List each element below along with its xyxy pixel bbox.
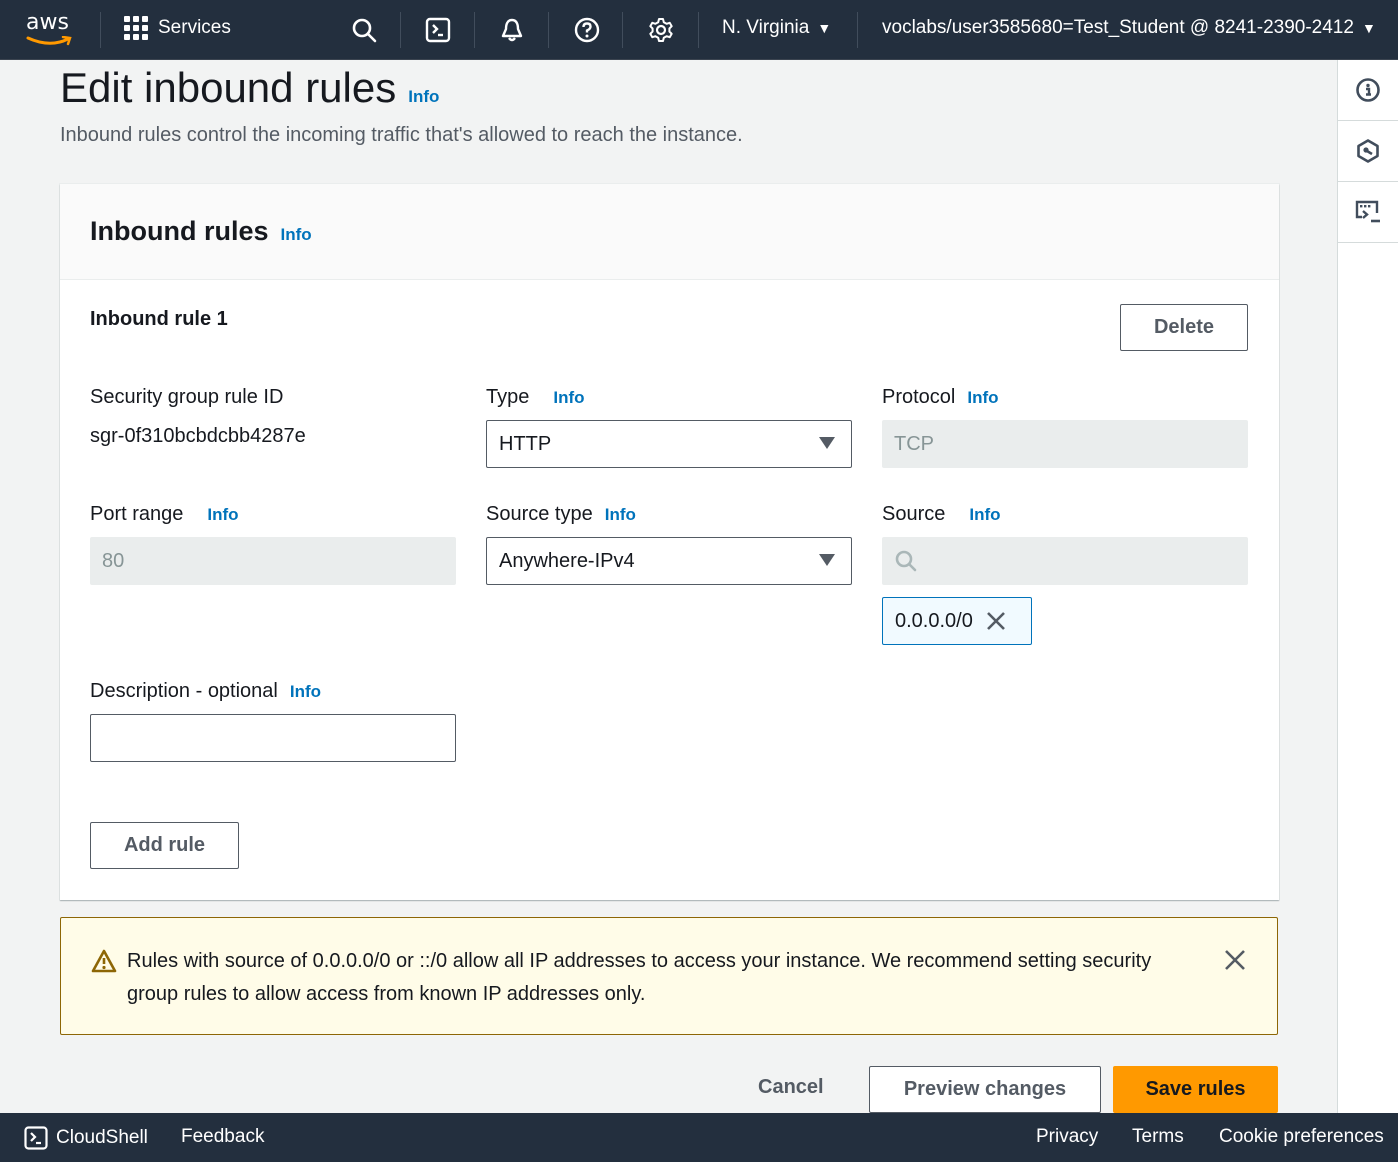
- nav-divider: [100, 12, 101, 48]
- warning-alert-text: Rules with source of 0.0.0.0/0 or ::/0 a…: [127, 950, 1152, 1005]
- nav-divider: [548, 12, 549, 48]
- panel-title: Inbound rules: [90, 216, 269, 246]
- search-icon[interactable]: [348, 14, 380, 46]
- grid-icon: [124, 16, 148, 40]
- source-token: 0.0.0.0/0: [882, 597, 1032, 645]
- port-range-label: Port range Info: [90, 503, 239, 526]
- source-search-input[interactable]: [882, 537, 1248, 585]
- top-navigation: aws Services N. Virginia ▼ voclabs/user3…: [0, 0, 1398, 60]
- protocol-label: Protocol Info: [882, 386, 999, 409]
- source-type-select[interactable]: Anywhere-IPv4: [486, 537, 852, 585]
- cancel-button[interactable]: Cancel: [758, 1076, 824, 1099]
- description-input[interactable]: [90, 714, 456, 762]
- right-tools-rail: [1337, 60, 1398, 1113]
- warning-icon: [91, 949, 117, 973]
- cloudshell-icon: [24, 1126, 48, 1150]
- page-description: Inbound rules control the incoming traff…: [60, 124, 743, 146]
- delete-rule-button[interactable]: Delete: [1120, 304, 1248, 351]
- nav-divider: [474, 12, 475, 48]
- page-title: Edit inbound rules Info: [60, 64, 439, 112]
- caret-down-icon: [819, 437, 835, 449]
- source-type-info-link[interactable]: Info: [605, 505, 636, 525]
- source-label-text: Source: [882, 503, 946, 525]
- search-icon: [895, 550, 917, 572]
- nav-divider: [400, 12, 401, 48]
- account-label: voclabs/user3585680=Test_Student @ 8241-…: [882, 17, 1354, 38]
- aws-logo[interactable]: aws: [26, 12, 76, 48]
- panel-info-link[interactable]: Info: [281, 225, 312, 245]
- settings-icon[interactable]: [645, 14, 677, 46]
- preview-changes-button[interactable]: Preview changes: [869, 1066, 1101, 1113]
- rule-title: Inbound rule 1: [90, 308, 228, 330]
- source-token-label: 0.0.0.0/0: [895, 609, 973, 632]
- region-selector[interactable]: N. Virginia ▼: [722, 17, 831, 39]
- screen-share-icon: [1355, 200, 1380, 223]
- sg-rule-id-label-text: Security group rule ID: [90, 386, 284, 408]
- account-menu[interactable]: voclabs/user3585680=Test_Student @ 8241-…: [882, 17, 1376, 39]
- inbound-rules-panel: Inbound rules Info Inbound rule 1 Delete…: [60, 184, 1279, 900]
- protocol-input: TCP: [882, 420, 1248, 468]
- feedback-link[interactable]: Feedback: [181, 1126, 264, 1148]
- source-type-select-value: Anywhere-IPv4: [499, 549, 635, 572]
- port-range-input: 80: [90, 537, 456, 585]
- privacy-link[interactable]: Privacy: [1036, 1126, 1098, 1148]
- type-label-text: Type: [486, 386, 530, 408]
- page-info-link[interactable]: Info: [408, 87, 439, 107]
- cloudshell-icon[interactable]: [422, 14, 454, 46]
- save-rules-button[interactable]: Save rules: [1113, 1066, 1278, 1113]
- help-icon[interactable]: [571, 14, 603, 46]
- protocol-info-link[interactable]: Info: [967, 388, 998, 408]
- type-info-link[interactable]: Info: [553, 388, 584, 408]
- cloud-objects-button[interactable]: [1338, 121, 1398, 182]
- aws-smile-icon: [26, 36, 72, 46]
- port-range-label-text: Port range: [90, 503, 184, 525]
- services-label: Services: [158, 17, 231, 38]
- cloudshell-label: CloudShell: [56, 1127, 148, 1148]
- region-label: N. Virginia: [722, 17, 810, 38]
- description-label: Description - optional Info: [90, 680, 321, 703]
- source-type-label: Source type Info: [486, 503, 636, 526]
- sg-rule-id-label: Security group rule ID: [90, 386, 283, 409]
- description-label-text: Description - optional: [90, 680, 278, 702]
- add-rule-button[interactable]: Add rule: [90, 822, 239, 869]
- services-menu-button[interactable]: Services: [124, 16, 231, 40]
- warning-alert: Rules with source of 0.0.0.0/0 or ::/0 a…: [60, 917, 1278, 1035]
- port-range-value: 80: [102, 549, 125, 572]
- page-title-text: Edit inbound rules: [60, 64, 397, 111]
- screen-share-button[interactable]: [1338, 182, 1398, 243]
- type-select-value: HTTP: [499, 432, 552, 455]
- type-label: Type Info: [486, 386, 585, 409]
- remove-token-icon[interactable]: [985, 610, 1007, 632]
- cloudshell-button[interactable]: CloudShell: [24, 1126, 148, 1150]
- type-select[interactable]: HTTP: [486, 420, 852, 468]
- source-type-label-text: Source type: [486, 503, 593, 525]
- sg-rule-id-value: sgr-0f310bcbdcbb4287e: [90, 425, 306, 447]
- panel-header: Inbound rules Info: [60, 184, 1279, 280]
- protocol-value: TCP: [894, 432, 934, 455]
- port-range-info-link[interactable]: Info: [207, 505, 238, 525]
- close-icon[interactable]: [1223, 948, 1247, 972]
- nav-divider: [622, 12, 623, 48]
- aws-logo-text: aws: [26, 10, 69, 35]
- terms-link[interactable]: Terms: [1132, 1126, 1184, 1148]
- source-info-link[interactable]: Info: [969, 505, 1000, 525]
- console-footer: CloudShell Feedback Privacy Terms Cookie…: [0, 1113, 1398, 1162]
- cookie-preferences-link[interactable]: Cookie preferences: [1219, 1126, 1384, 1148]
- notifications-icon[interactable]: [496, 14, 528, 46]
- source-label: Source Info: [882, 503, 1001, 526]
- caret-down-icon: [819, 554, 835, 566]
- protocol-label-text: Protocol: [882, 386, 956, 408]
- caret-down-icon: ▼: [817, 20, 832, 36]
- info-panel-button[interactable]: [1338, 60, 1398, 121]
- description-info-link[interactable]: Info: [290, 682, 321, 702]
- info-icon: [1356, 78, 1380, 102]
- nav-divider: [857, 12, 858, 48]
- cloud-objects-icon: [1357, 139, 1379, 163]
- nav-divider: [698, 12, 699, 48]
- caret-down-icon: ▼: [1361, 20, 1376, 36]
